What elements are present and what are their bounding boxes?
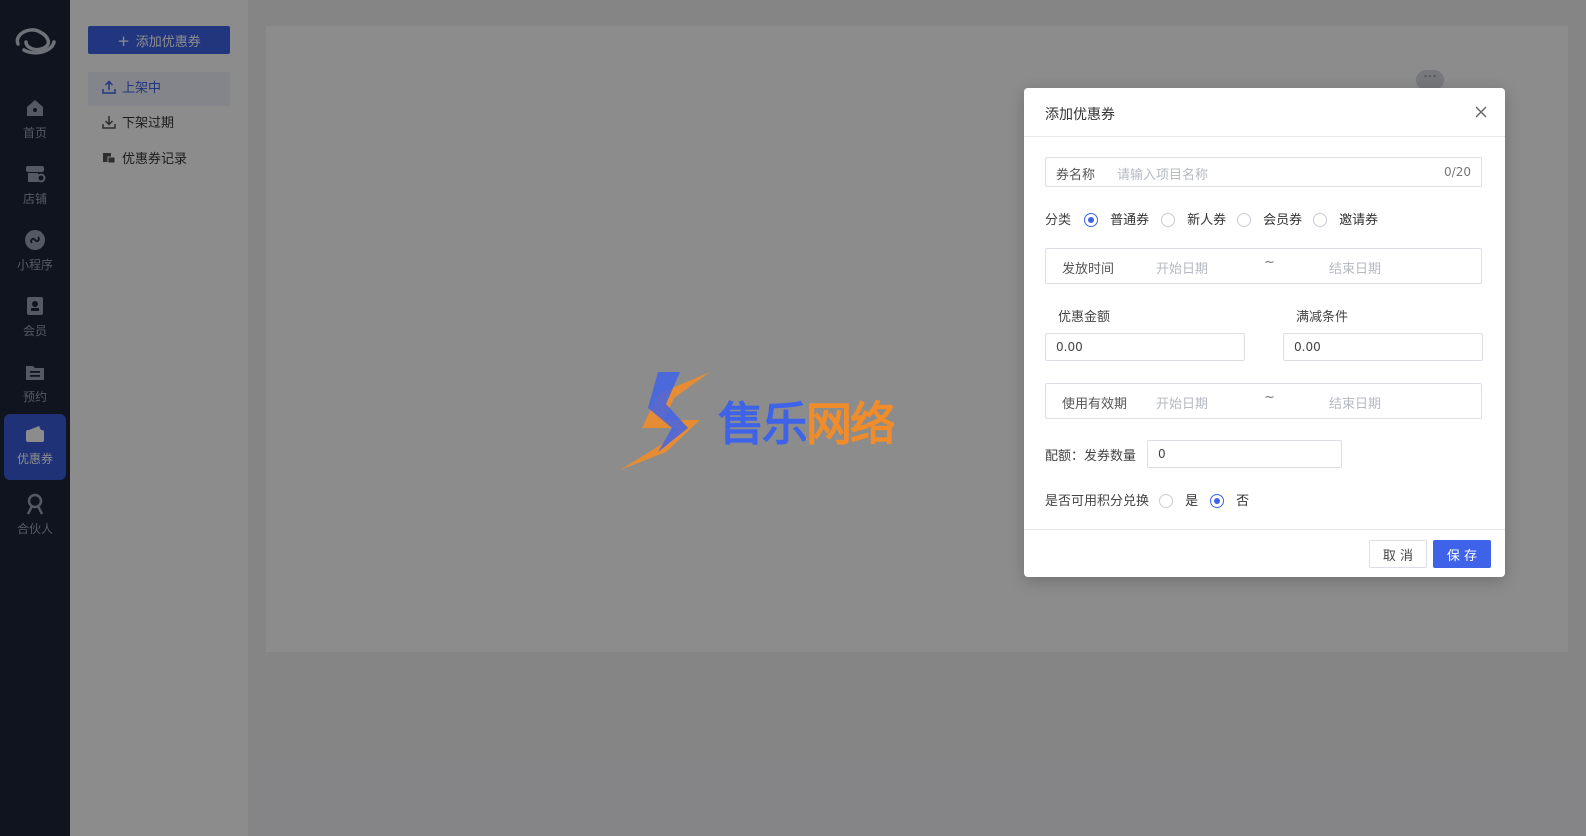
dialog-header: 添加优惠券	[1024, 88, 1505, 137]
threshold-value: 0.00	[1294, 340, 1321, 354]
watermark-text: 售乐网络	[718, 388, 896, 454]
close-icon[interactable]	[1473, 104, 1489, 120]
coupon-name-field[interactable]: 券名称 请输入项目名称 0/20	[1045, 157, 1482, 187]
category-option-member[interactable]: 会员券	[1237, 209, 1302, 228]
points-yes-label: 是	[1185, 494, 1199, 509]
coupon-name-counter: 0/20	[1444, 165, 1471, 179]
watermark-text-value: 售乐网络	[718, 397, 896, 451]
dialog-body: 券名称 请输入项目名称 0/20 分类 普通券 新人券 会员券 邀请券 发放时间…	[1024, 137, 1505, 529]
radio-checked-icon	[1084, 213, 1098, 227]
points-option-yes[interactable]: 是	[1159, 490, 1198, 509]
radio-icon	[1313, 213, 1327, 227]
points-option-no[interactable]: 否	[1210, 490, 1249, 509]
issue-end-date[interactable]: 结束日期	[1329, 258, 1381, 277]
issue-time-label: 发放时间	[1062, 262, 1115, 277]
category-option-label: 会员券	[1263, 213, 1303, 228]
issue-start-date[interactable]: 开始日期	[1156, 258, 1208, 277]
quota-label: 配额：发券数量	[1045, 449, 1137, 464]
threshold-label: 满减条件	[1296, 310, 1349, 325]
threshold-input[interactable]: 0.00	[1283, 333, 1483, 361]
validity-label: 使用有效期	[1062, 397, 1128, 412]
watermark-s-icon	[620, 372, 710, 470]
save-button[interactable]: 保 存	[1433, 540, 1491, 568]
radio-checked-icon	[1210, 494, 1224, 508]
radio-icon	[1161, 213, 1175, 227]
cancel-button[interactable]: 取 消	[1369, 540, 1427, 568]
dialog-footer: 取 消 保 存	[1024, 529, 1505, 577]
category-label: 分类	[1045, 213, 1072, 228]
coupon-name-label: 券名称	[1056, 168, 1096, 183]
validity-range[interactable]: 使用有效期 开始日期 ~ 结束日期	[1045, 383, 1482, 419]
quota-input[interactable]: 0	[1147, 440, 1342, 468]
watermark-logo: 售乐网络	[618, 368, 948, 476]
discount-amount-input[interactable]: 0.00	[1045, 333, 1245, 361]
category-option-label: 普通券	[1110, 213, 1150, 228]
validity-start-date[interactable]: 开始日期	[1156, 393, 1208, 412]
dialog-title: 添加优惠券	[1045, 107, 1115, 123]
quota-value: 0	[1158, 447, 1166, 461]
category-option-invite[interactable]: 邀请券	[1313, 209, 1378, 228]
discount-amount-value: 0.00	[1056, 340, 1083, 354]
radio-icon	[1159, 494, 1173, 508]
category-option-newcomer[interactable]: 新人券	[1161, 209, 1226, 228]
discount-label: 优惠金额	[1058, 310, 1111, 325]
points-exchange-label: 是否可用积分兑换	[1045, 494, 1150, 509]
category-option-label: 邀请券	[1339, 213, 1379, 228]
range-separator: ~	[1264, 390, 1275, 405]
issue-time-range[interactable]: 发放时间 开始日期 ~ 结束日期	[1045, 248, 1482, 284]
category-option-normal[interactable]: 普通券	[1084, 209, 1149, 228]
category-option-label: 新人券	[1187, 213, 1227, 228]
add-coupon-dialog: 添加优惠券 券名称 请输入项目名称 0/20 分类 普通券 新人券 会员券 邀请…	[1024, 88, 1505, 577]
range-separator: ~	[1264, 255, 1275, 270]
coupon-name-placeholder: 请输入项目名称	[1117, 168, 1209, 183]
points-no-label: 否	[1236, 494, 1250, 509]
radio-icon	[1237, 213, 1251, 227]
validity-end-date[interactable]: 结束日期	[1329, 393, 1381, 412]
